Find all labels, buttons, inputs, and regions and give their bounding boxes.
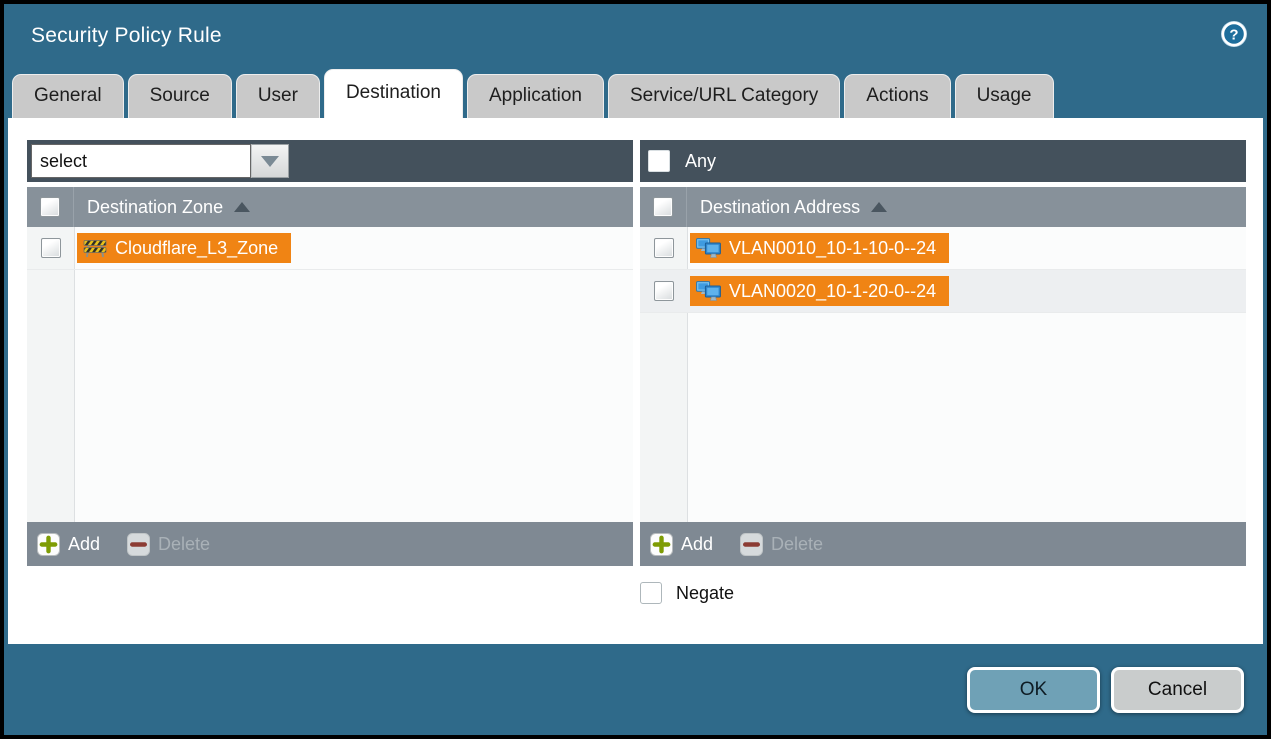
add-icon [650, 533, 673, 556]
cancel-button[interactable]: Cancel [1111, 667, 1244, 713]
tab-bar: General Source User Destination Applicat… [4, 68, 1267, 118]
zone-footer-bar: Add Delete [27, 522, 633, 566]
negate-row: Negate [640, 582, 734, 604]
address-column-header: Destination Address [640, 187, 1246, 227]
zone-rows-area: Cloudflare_L3_Zone [27, 227, 633, 522]
address-item-chip[interactable]: VLAN0010_10-1-10-0--24 [690, 233, 949, 263]
address-select-all-checkbox[interactable] [653, 197, 673, 217]
zone-delete-label: Delete [158, 534, 210, 555]
any-checkbox[interactable] [648, 150, 670, 172]
dialog-title: Security Policy Rule [31, 24, 222, 48]
address-item-label: VLAN0010_10-1-10-0--24 [729, 238, 936, 259]
zone-select-all-checkbox[interactable] [40, 197, 60, 217]
tab-general[interactable]: General [12, 74, 124, 118]
help-icon[interactable]: ? [1220, 20, 1248, 48]
zone-delete-button[interactable]: Delete [127, 533, 210, 556]
destination-address-panel: Any Destination Address [640, 140, 1246, 567]
tab-service-url-category[interactable]: Service/URL Category [608, 74, 840, 118]
address-rows-area: VLAN0010_10-1-10-0--24 [640, 227, 1246, 522]
dialog-action-buttons: OK Cancel [967, 667, 1244, 713]
address-add-button[interactable]: Add [650, 533, 713, 556]
tab-actions[interactable]: Actions [844, 74, 950, 118]
zone-filter-bar [27, 140, 633, 182]
zone-column-header: Destination Zone [27, 187, 633, 227]
tab-destination[interactable]: Destination [324, 69, 463, 118]
ok-button[interactable]: OK [967, 667, 1100, 713]
address-footer-bar: Add Delete [640, 522, 1246, 566]
table-row: VLAN0010_10-1-10-0--24 [640, 227, 1246, 270]
zone-add-button[interactable]: Add [37, 533, 100, 556]
security-policy-rule-dialog: Security Policy Rule ? General Source Us… [0, 0, 1271, 739]
address-icon [696, 281, 721, 302]
svg-text:?: ? [1229, 27, 1238, 44]
table-row: Cloudflare_L3_Zone [27, 227, 633, 270]
destination-zone-panel: Destination Zone [27, 140, 633, 567]
tab-usage[interactable]: Usage [955, 74, 1054, 118]
zone-add-label: Add [68, 534, 100, 555]
tab-user[interactable]: User [236, 74, 320, 118]
table-row: VLAN0020_10-1-20-0--24 [640, 270, 1246, 313]
address-delete-button[interactable]: Delete [740, 533, 823, 556]
zone-select-input[interactable] [31, 144, 251, 178]
address-delete-label: Delete [771, 534, 823, 555]
add-icon [37, 533, 60, 556]
negate-label: Negate [676, 583, 734, 604]
address-column-label[interactable]: Destination Address [700, 197, 860, 218]
zone-item-label: Cloudflare_L3_Zone [115, 238, 278, 259]
address-row-checkbox[interactable] [654, 281, 674, 301]
address-icon [696, 238, 721, 259]
dialog-titlebar: Security Policy Rule [4, 4, 1267, 68]
delete-icon [740, 533, 763, 556]
address-add-label: Add [681, 534, 713, 555]
address-item-label: VLAN0020_10-1-20-0--24 [729, 281, 936, 302]
address-item-chip[interactable]: VLAN0020_10-1-20-0--24 [690, 276, 949, 306]
any-bar: Any [640, 140, 1246, 182]
zone-item-chip[interactable]: Cloudflare_L3_Zone [77, 233, 291, 263]
zone-row-checkbox[interactable] [41, 238, 61, 258]
destination-tab-content: Destination Zone [8, 118, 1263, 644]
zone-column-label[interactable]: Destination Zone [87, 197, 223, 218]
tab-source[interactable]: Source [128, 74, 232, 118]
negate-checkbox[interactable] [640, 582, 662, 604]
tab-application[interactable]: Application [467, 74, 604, 118]
sort-ascending-icon[interactable] [234, 202, 250, 212]
zone-select-dropdown-button[interactable] [251, 144, 289, 178]
chevron-down-icon [261, 156, 279, 167]
any-label: Any [685, 151, 716, 172]
address-row-checkbox[interactable] [654, 238, 674, 258]
sort-ascending-icon[interactable] [871, 202, 887, 212]
zone-icon [83, 239, 107, 258]
delete-icon [127, 533, 150, 556]
